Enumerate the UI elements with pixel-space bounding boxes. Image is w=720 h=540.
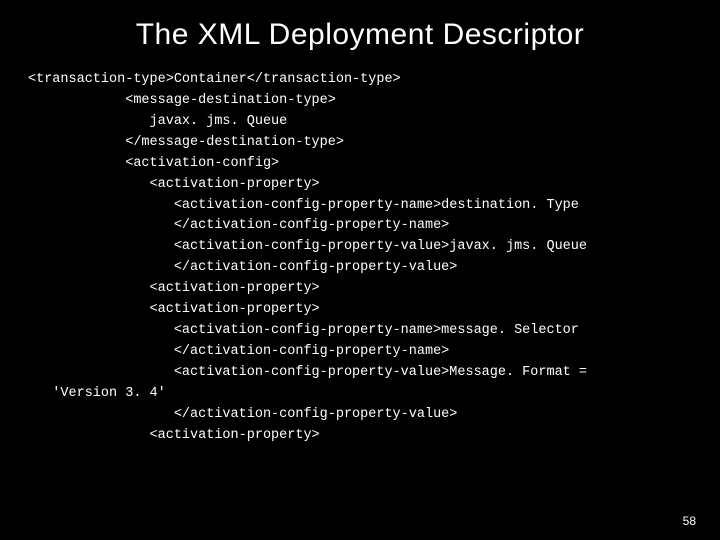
- xml-code-block: <transaction-type>Container</transaction…: [28, 70, 692, 447]
- slide-title: The XML Deployment Descriptor: [28, 18, 692, 52]
- page-number: 58: [683, 514, 696, 528]
- slide: The XML Deployment Descriptor <transacti…: [0, 0, 720, 540]
